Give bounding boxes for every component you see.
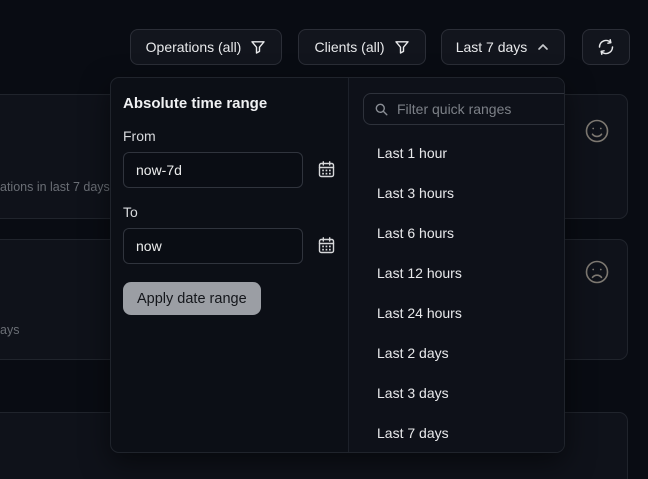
card-subtitle: ays <box>0 323 19 337</box>
quick-ranges-search <box>363 93 565 125</box>
time-range-label: Last 7 days <box>456 39 528 55</box>
chevron-up-icon <box>536 40 550 54</box>
to-calendar-button[interactable] <box>316 236 336 256</box>
refresh-icon <box>597 38 615 56</box>
absolute-time-range-section: Absolute time range From To <box>111 78 348 452</box>
calendar-icon <box>317 236 336 255</box>
filter-funnel-icon <box>250 39 266 55</box>
clients-filter-button[interactable]: Clients (all) <box>298 29 426 65</box>
search-icon <box>374 102 389 117</box>
time-range-button[interactable]: Last 7 days <box>441 29 565 65</box>
operations-filter-button[interactable]: Operations (all) <box>130 29 282 65</box>
filter-quick-ranges-input[interactable] <box>397 101 565 117</box>
apply-date-range-button[interactable]: Apply date range <box>123 282 261 315</box>
from-label: From <box>123 128 336 144</box>
clients-filter-label: Clients (all) <box>314 39 384 55</box>
time-picker-dropdown: Absolute time range From To <box>110 77 565 453</box>
quick-range-option[interactable]: Last 3 days <box>361 373 565 413</box>
smiley-face-icon <box>583 117 611 145</box>
from-input[interactable] <box>123 152 303 188</box>
quick-ranges-section: Last 1 hourLast 3 hoursLast 6 hoursLast … <box>348 78 565 452</box>
to-label: To <box>123 204 336 220</box>
absolute-time-range-title: Absolute time range <box>123 95 336 112</box>
operations-filter-label: Operations (all) <box>146 39 242 55</box>
card-subtitle: ations in last 7 days <box>0 180 110 194</box>
sad-face-icon <box>583 258 611 286</box>
quick-range-option[interactable]: Last 7 days <box>361 413 565 453</box>
to-input[interactable] <box>123 228 303 264</box>
quick-range-option[interactable]: Last 6 hours <box>361 213 565 253</box>
from-calendar-button[interactable] <box>316 160 336 180</box>
quick-range-option[interactable]: Last 2 days <box>361 333 565 373</box>
calendar-icon <box>317 160 336 179</box>
refresh-button[interactable] <box>582 29 630 65</box>
quick-ranges-list: Last 1 hourLast 3 hoursLast 6 hoursLast … <box>361 133 565 453</box>
quick-range-option[interactable]: Last 1 hour <box>361 133 565 173</box>
filter-funnel-icon <box>394 39 410 55</box>
quick-range-option[interactable]: Last 12 hours <box>361 253 565 293</box>
quick-range-option[interactable]: Last 3 hours <box>361 173 565 213</box>
quick-range-option[interactable]: Last 24 hours <box>361 293 565 333</box>
